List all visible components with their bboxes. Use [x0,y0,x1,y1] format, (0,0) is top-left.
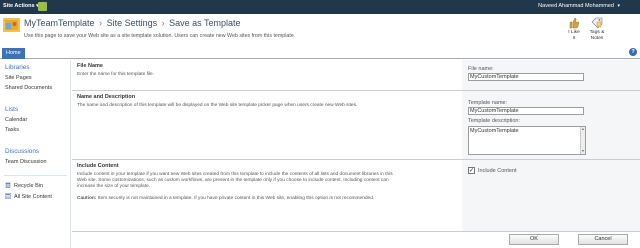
template-description-label: Template description: [468,118,520,124]
template-description-textarea[interactable]: MyCustomTemplate ▲ ▼ [468,126,586,155]
i-like-it-button[interactable]: I Like It [562,17,586,41]
all-site-content-label: All Site Content [14,194,52,200]
file-name-input[interactable] [468,73,584,81]
i-like-it-label-2: It [572,35,576,41]
ribbon-tab-row: Home ? [0,46,640,59]
help-icon[interactable]: ? [629,48,637,56]
section-fields: Template name: Template description: MyC… [462,91,640,159]
section-file-name: File Name Enter the name for this templa… [72,60,640,91]
template-name-input[interactable] [468,107,584,115]
quick-launch: Libraries Site Pages Shared Documents Li… [0,60,71,248]
file-name-label: File name: [468,66,494,72]
template-description-value: MyCustomTemplate [470,128,519,134]
tags-notes-button[interactable]: Tags & Notes [585,17,609,41]
template-name-label: Template name: [468,100,508,106]
caution-note: Caution: Item security is not maintained… [77,196,397,202]
site-logo-icon [3,18,20,32]
nav-item-team-discussion[interactable]: Team Discussion [5,159,47,165]
title-area: MyTeamTemplate › Site Settings › Save as… [0,14,640,46]
include-content-checkbox[interactable]: ✓ [468,167,475,174]
main-content: File Name Enter the name for this templa… [72,60,640,248]
nav-item-all-site-content[interactable]: All Site Content [5,193,52,200]
include-content-label: Include Content [478,168,517,174]
breadcrumb-separator: › [99,18,103,28]
site-actions-label: Site Actions [3,3,35,9]
section-title: File Name [77,63,103,69]
nav-heading-lists[interactable]: Lists [5,106,18,113]
cancel-button[interactable]: Cancel [578,234,628,245]
section-description: Enter the name for this template file. [77,72,155,77]
nav-divider [4,175,67,176]
scroll-down-icon[interactable]: ▼ [581,149,585,154]
section-description: The name and description of this templat… [77,103,358,108]
page-description: Use this page to save your Web site as a… [24,33,296,39]
breadcrumb-separator: › [161,18,165,28]
textarea-scrollbar[interactable]: ▲ ▼ [580,127,585,154]
site-actions-menu[interactable]: Site Actions ▾ [3,3,39,9]
section-title: Name and Description [77,94,136,100]
breadcrumb-site-settings[interactable]: Site Settings [107,18,158,28]
recycle-bin-icon [5,182,11,188]
section-fields: ✓ Include Content [462,160,640,231]
caution-text: Item security is not maintained in a tem… [97,195,375,201]
site-content-icon [5,193,11,199]
breadcrumb: MyTeamTemplate › Site Settings › Save as… [24,18,241,28]
nav-heading-libraries[interactable]: Libraries [5,64,30,71]
nav-item-site-pages[interactable]: Site Pages [5,75,32,81]
form-buttons: OK Cancel [72,232,640,248]
breadcrumb-site[interactable]: MyTeamTemplate [24,18,95,28]
nav-item-recycle-bin[interactable]: Recycle Bin [5,182,43,189]
chevron-down-icon: ▾ [617,3,620,9]
tag-icon [591,17,603,29]
recycle-bin-label: Recycle Bin [14,183,44,189]
page-title: Save as Template [169,18,241,28]
user-menu[interactable]: Naveed Ahammad Mohammed [538,3,614,9]
top-bar: Site Actions ▾ Naveed Ahammad Mohammed ▾ [0,0,640,14]
section-title: Include Content [77,163,119,169]
section-description: Include content in your template if you … [77,172,393,190]
tab-home[interactable]: Home [2,48,25,59]
navigate-up-icon[interactable] [38,2,47,11]
tags-notes-label-2: Notes [590,35,604,41]
section-name-description: Name and Description The name and descri… [72,91,640,160]
scroll-up-icon[interactable]: ▲ [581,127,585,132]
section-include-content: Include Content Include content in your … [72,160,640,232]
section-fields: File name: [462,60,640,90]
ok-button[interactable]: OK [509,234,559,245]
nav-item-tasks[interactable]: Tasks [5,127,19,133]
nav-item-shared-documents[interactable]: Shared Documents [5,85,52,91]
nav-item-calendar[interactable]: Calendar [5,117,27,123]
nav-heading-discussions[interactable]: Discussions [5,148,39,155]
thumbs-up-icon [569,17,580,29]
caution-label: Caution: [77,195,97,201]
